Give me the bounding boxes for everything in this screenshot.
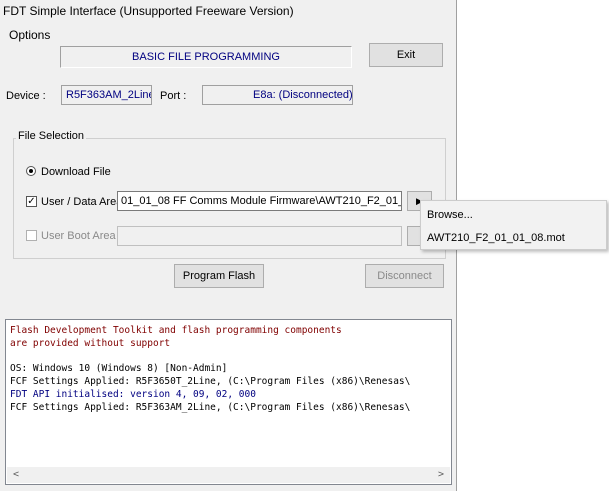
log-line: FCF Settings Applied: R5F3650T_2Line, (C… [10,376,411,387]
user-data-label[interactable]: User / Data Area [41,196,122,208]
device-value: R5F363AM_2Line [61,85,152,105]
user-data-checkbox[interactable]: ✓ [26,196,37,207]
log-line: Flash Development Toolkit and flash prog… [10,325,342,336]
log-line: FCF Settings Applied: R5F363AM_2Line, (C… [10,402,411,413]
user-data-path-input[interactable]: 01_01_08 FF Comms Module Firmware\AWT210… [117,191,402,211]
port-value: E8a: (Disconnected) [202,85,353,105]
menu-item-browse[interactable]: Browse... [427,209,473,221]
download-file-label[interactable]: Download File [41,166,111,178]
window-title: FDT Simple Interface (Unsupported Freewa… [3,4,294,18]
port-label: Port : [160,90,187,102]
user-boot-checkbox[interactable] [26,230,37,241]
scroll-left-icon[interactable]: < [13,469,19,480]
file-selection-title: File Selection [16,130,87,142]
output-log[interactable]: Flash Development Toolkit and flash prog… [5,319,452,485]
log-line: are provided without support [10,338,171,349]
menu-options[interactable]: Options [9,28,50,42]
main-window: FDT Simple Interface (Unsupported Freewa… [0,0,457,491]
menu-item-recent-file[interactable]: AWT210_F2_01_01_08.mot [427,232,565,244]
exit-button[interactable]: Exit [369,43,443,67]
download-file-radio[interactable] [26,166,36,176]
user-boot-path-input[interactable] [117,226,402,246]
log-line: OS: Windows 10 (Windows 8) [Non-Admin] [10,363,228,374]
horizontal-scrollbar[interactable]: < > [7,467,450,483]
disconnect-button[interactable]: Disconnect [365,264,444,288]
log-line: FDT API initialised: version 4, 09, 02, … [10,389,256,400]
program-flash-button[interactable]: Program Flash [174,264,264,288]
device-label: Device : [6,90,46,102]
user-boot-label[interactable]: User Boot Area [41,230,116,242]
mode-banner: BASIC FILE PROGRAMMING [60,46,352,68]
browse-popup-menu: Browse... AWT210_F2_01_01_08.mot [420,200,607,250]
scroll-right-icon[interactable]: > [438,469,444,480]
